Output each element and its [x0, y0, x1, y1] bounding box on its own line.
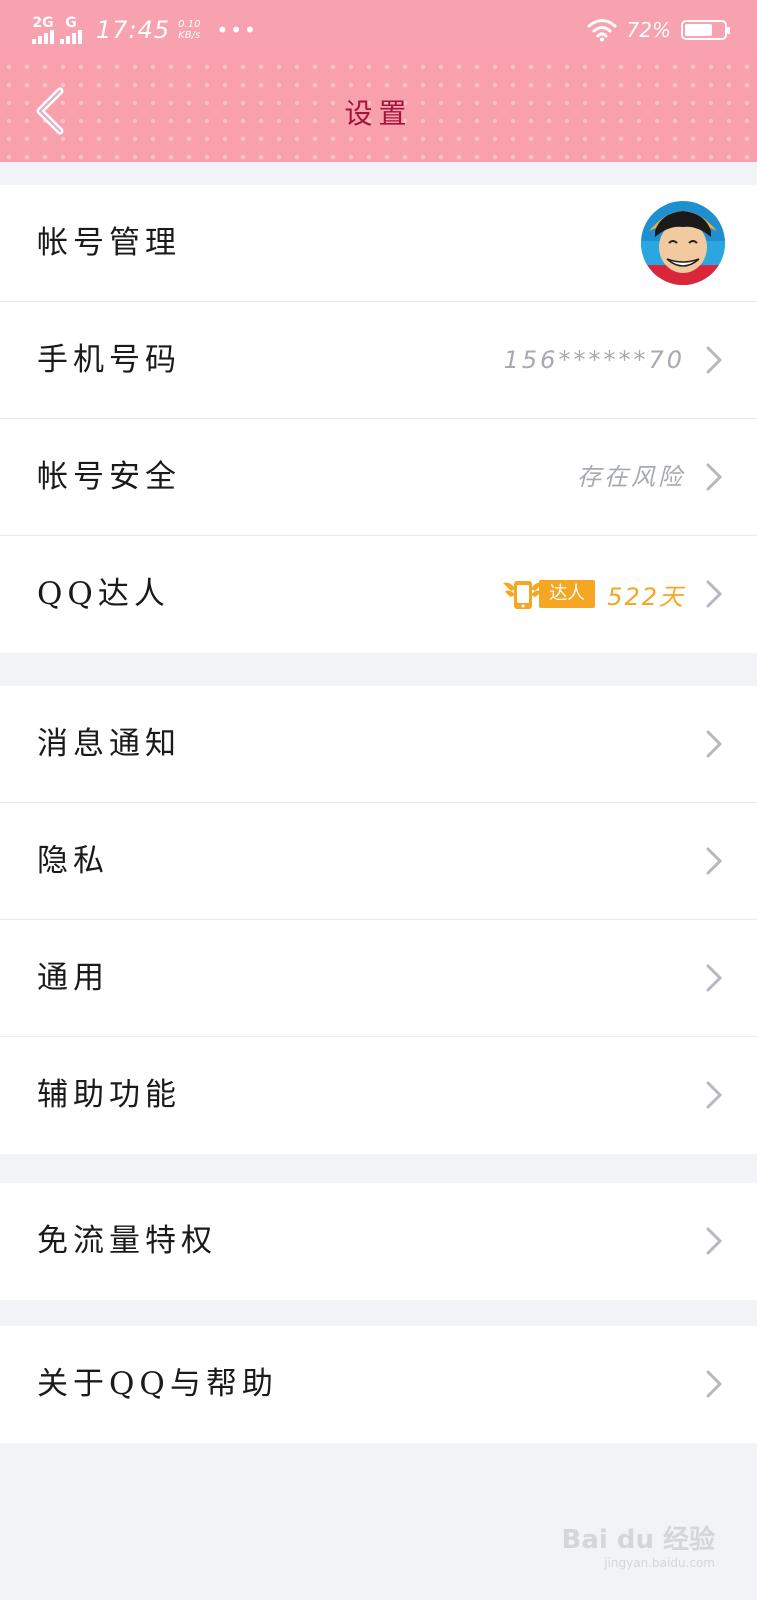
network-speed-value: 0.10 — [178, 19, 201, 30]
chevron-right-icon — [706, 964, 723, 992]
network-type-2: G — [65, 15, 77, 31]
row-label: 隐私 — [37, 843, 109, 879]
expert-tag: 达人 — [501, 575, 596, 613]
status-left: 2G G 17:45 0.10 KB/s ••• — [32, 12, 258, 48]
chevron-right-icon — [706, 463, 723, 491]
chevron-right-icon — [706, 1227, 723, 1255]
avatar[interactable] — [641, 201, 725, 285]
phone-number-value: 156******70 — [503, 346, 685, 374]
row-label: 通用 — [37, 960, 109, 996]
signal-2g-icon: 2G — [32, 16, 54, 44]
expert-days-value: 522天 — [607, 582, 685, 611]
settings-row-data-free-privilege[interactable]: 免流量特权 — [0, 1183, 757, 1300]
row-label: 帐号安全 — [37, 459, 181, 495]
settings-row-account-management[interactable]: 帐号管理 — [0, 185, 757, 302]
settings-row-qq-expert[interactable]: QQ达人 达人 522天 — [0, 536, 757, 653]
settings-row-phone-number[interactable]: 手机号码 156******70 — [0, 302, 757, 419]
page-title: 设置 — [344, 97, 413, 130]
general-group: 消息通知 隐私 通用 辅助功能 — [0, 686, 757, 1154]
settings-row-privacy[interactable]: 隐私 — [0, 803, 757, 920]
network-speed: 0.10 KB/s — [178, 19, 200, 41]
row-label: QQ达人 — [37, 576, 170, 612]
battery-icon — [681, 20, 730, 40]
nav-bar: 设置 — [0, 58, 757, 162]
watermark: Bai du 经验 jingyan.baidu.com — [562, 1519, 716, 1570]
settings-row-notifications[interactable]: 消息通知 — [0, 686, 757, 803]
clock: 17:45 — [96, 16, 171, 44]
wifi-icon — [587, 19, 617, 42]
settings-row-accessibility[interactable]: 辅助功能 — [0, 1037, 757, 1154]
battery-fill — [685, 24, 712, 36]
network-speed-unit: KB/s — [178, 30, 201, 41]
row-label: 帐号管理 — [37, 225, 181, 261]
watermark-logo: Bai du 经验 — [561, 1525, 716, 1555]
security-status-value: 存在风险 — [577, 463, 685, 491]
chevron-right-icon — [706, 730, 723, 758]
chevron-right-icon — [706, 580, 723, 608]
status-right: 72% — [587, 14, 730, 46]
about-group: 关于QQ与帮助 — [0, 1326, 757, 1443]
settings-row-account-security[interactable]: 帐号安全 存在风险 — [0, 419, 757, 536]
expert-badge-label: 达人 — [539, 580, 596, 608]
status-bar: 2G G 17:45 0.10 KB/s ••• 72% — [0, 0, 757, 58]
row-label: 免流量特权 — [37, 1223, 217, 1259]
row-label: 消息通知 — [37, 726, 181, 762]
more-notifications-icon: ••• — [216, 18, 258, 42]
chevron-right-icon — [706, 346, 723, 374]
chevron-right-icon — [706, 847, 723, 875]
data-free-group: 免流量特权 — [0, 1183, 757, 1300]
qq-expert-badge: 达人 522天 — [501, 572, 685, 616]
avatar-image — [641, 201, 725, 285]
row-label: 关于QQ与帮助 — [37, 1366, 278, 1402]
watermark-url: jingyan.baidu.com — [604, 1556, 715, 1570]
signal-g-icon: G — [60, 16, 82, 44]
chevron-right-icon — [706, 1081, 723, 1109]
network-type-1: 2G — [32, 15, 54, 31]
chevron-right-icon — [706, 1370, 723, 1398]
battery-percent: 72% — [626, 18, 671, 42]
row-label: 手机号码 — [37, 342, 181, 378]
row-label: 辅助功能 — [37, 1077, 181, 1113]
account-group: 帐号管理 手机号码 156******70 帐号安全 存在风险 QQ达人 达人 … — [0, 185, 757, 653]
settings-row-about-help[interactable]: 关于QQ与帮助 — [0, 1326, 757, 1443]
settings-row-general[interactable]: 通用 — [0, 920, 757, 1037]
